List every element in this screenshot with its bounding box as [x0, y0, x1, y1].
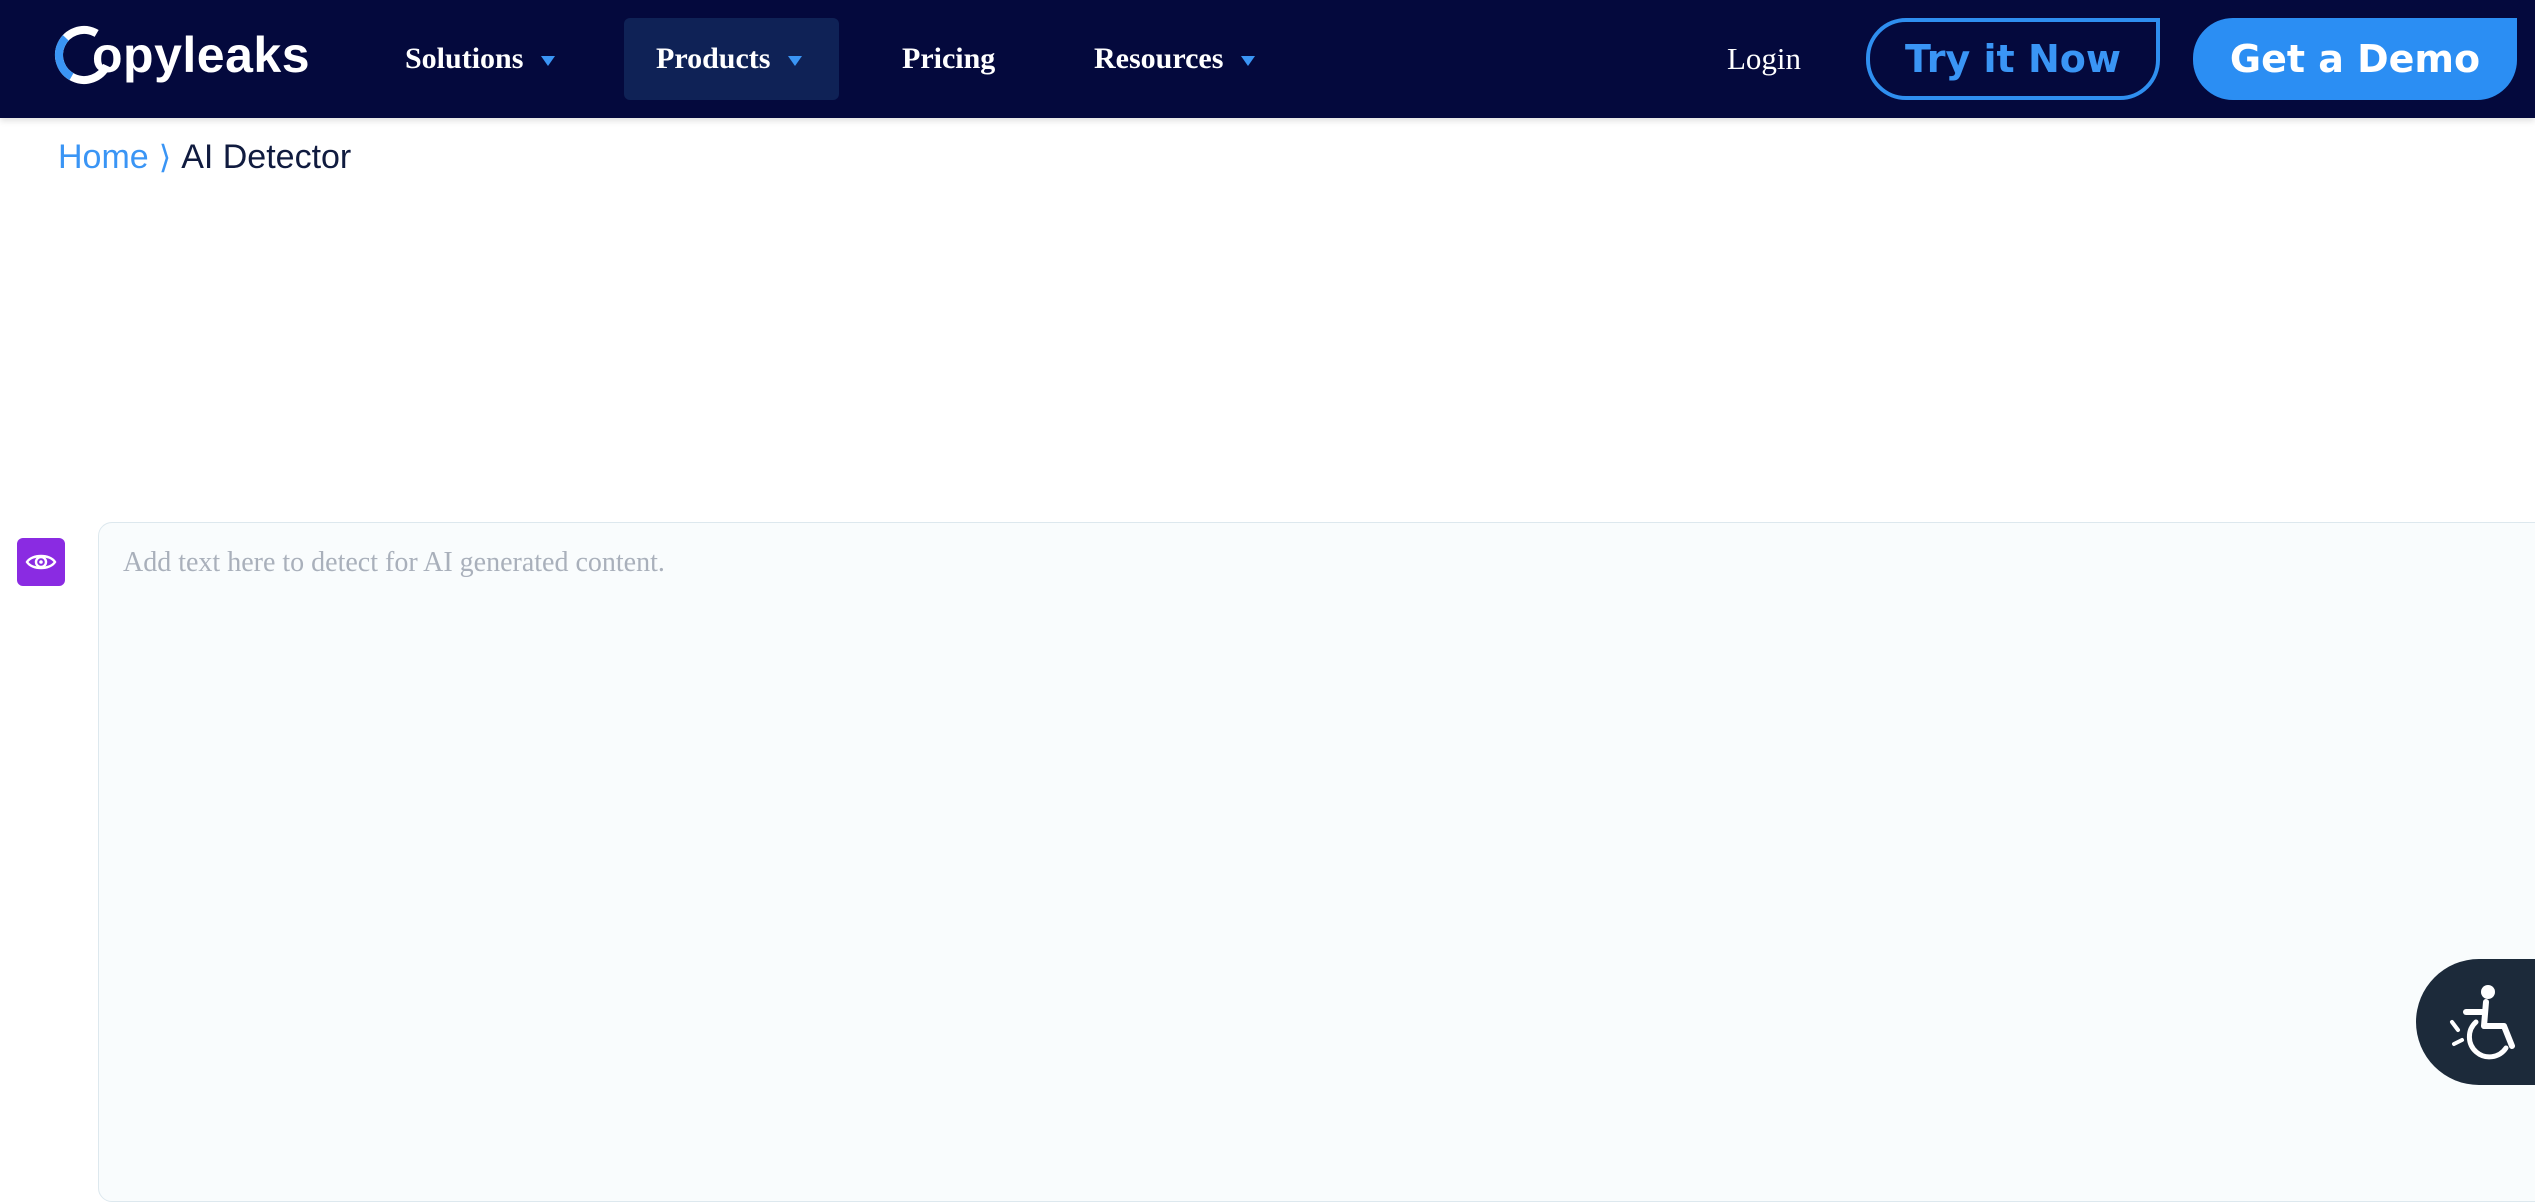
nav-resources-label: Resources: [1094, 42, 1224, 75]
logo-wordmark: opyleaks: [92, 27, 311, 83]
eye-icon[interactable]: [17, 538, 65, 586]
caret-down-icon: [541, 56, 556, 66]
breadcrumb-current: AI Detector: [181, 137, 352, 176]
caret-down-icon: [1241, 56, 1256, 66]
nav-pricing[interactable]: Pricing: [902, 18, 995, 100]
caret-down-icon: [788, 56, 803, 66]
top-navigation-bar: opyleaks Solutions Products Pricing Reso…: [0, 0, 2535, 118]
breadcrumb: Home ⟩ AI Detector: [58, 132, 351, 182]
nav-solutions[interactable]: Solutions: [405, 18, 556, 100]
accessibility-wheelchair-icon[interactable]: [2416, 959, 2535, 1085]
nav-solutions-label: Solutions: [405, 42, 524, 75]
copyleaks-logo[interactable]: opyleaks: [52, 20, 310, 90]
try-it-now-button[interactable]: Try it Now: [1866, 18, 2160, 100]
nav-products[interactable]: Products: [624, 18, 839, 100]
nav-resources[interactable]: Resources: [1094, 18, 1256, 100]
copyleaks-c-icon: [52, 23, 116, 87]
login-link[interactable]: Login: [1727, 18, 1801, 100]
nav-products-label: Products: [656, 42, 771, 75]
get-a-demo-button[interactable]: Get a Demo: [2193, 18, 2517, 100]
ai-detector-text-area-container: [98, 522, 2535, 1202]
ai-detector-text-input[interactable]: [99, 523, 2535, 1201]
nav-pricing-label: Pricing: [902, 42, 996, 75]
breadcrumb-home-link[interactable]: Home: [58, 138, 149, 177]
breadcrumb-separator: ⟩: [158, 139, 172, 175]
